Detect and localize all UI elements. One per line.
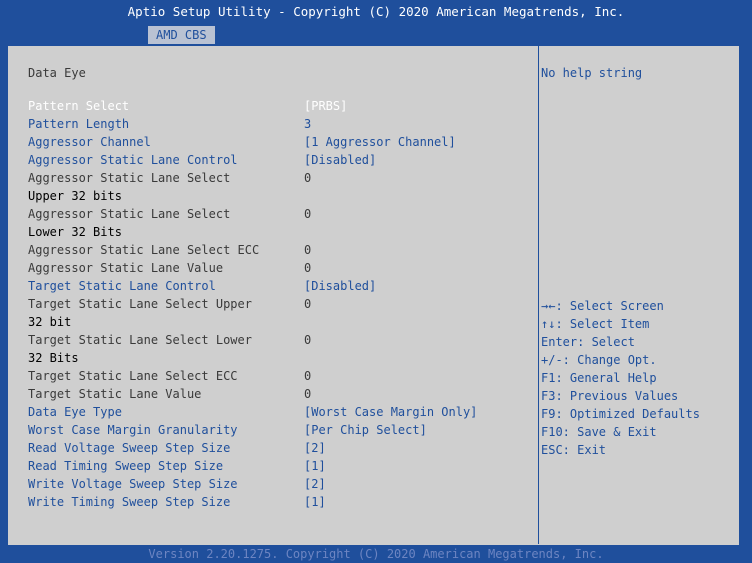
setting-row: Target Static Lane Value 0 [28, 386, 528, 402]
setting-label: Pattern Select [28, 99, 130, 113]
setting-label: Read Timing Sweep Step Size [28, 459, 224, 473]
app-title: Aptio Setup Utility - Copyright (C) 2020… [127, 4, 625, 19]
setting-label: Target Static Lane Value [28, 387, 202, 401]
setting-value[interactable]: [PRBS] [304, 98, 347, 114]
setting-row: Aggressor Static Lane Select Upper 32 bit… [28, 170, 528, 203]
panel-divider [538, 45, 539, 544]
setting-label: Target Static Lane Select ECC [28, 369, 238, 383]
setting-row[interactable]: Pattern Select [PRBS] [28, 98, 528, 114]
setting-label-continued: 32 bit [28, 315, 72, 329]
setting-label-continued: 32 Bits [28, 351, 79, 365]
key-hint: ↑↓: Select Item [541, 317, 650, 331]
setting-row: Target Static Lane Select ECC 0 [28, 368, 528, 384]
setting-label: Worst Case Margin Granularity [28, 423, 238, 437]
setting-label-continued: Upper 32 bits [28, 189, 122, 203]
setting-value[interactable]: [1 Aggressor Channel] [304, 134, 456, 150]
setting-value: 0 [304, 261, 312, 275]
setting-value: 0 [304, 171, 312, 185]
key-hint: F1: General Help [541, 371, 657, 385]
setting-value: 0 [304, 387, 312, 401]
setting-label: Read Voltage Sweep Step Size [28, 441, 231, 455]
setting-value[interactable]: [Disabled] [304, 152, 376, 168]
setting-label: Target Static Lane Select Lower [28, 333, 252, 347]
setting-value[interactable]: [Worst Case Margin Only] [304, 404, 477, 420]
setting-row: Target Static Lane Select Upper 32 bit 0 [28, 296, 528, 329]
setting-value[interactable]: [Per Chip Select] [304, 422, 427, 438]
setting-label: Write Voltage Sweep Step Size [28, 477, 238, 491]
version-footer: Version 2.20.1275. Copyright (C) 2020 Am… [0, 546, 752, 563]
setting-row[interactable]: Aggressor Static Lane Control [Disabled] [28, 152, 528, 168]
setting-label: Aggressor Static Lane Select [28, 171, 231, 185]
setting-value: 0 [304, 333, 312, 347]
help-text: No help string [541, 66, 643, 80]
setting-value: 0 [304, 297, 312, 311]
setting-row[interactable]: Data Eye Type [Worst Case Margin Only] [28, 404, 528, 420]
key-hint: →←: Select Screen [541, 299, 664, 313]
setting-row[interactable]: Worst Case Margin Granularity [Per Chip S… [28, 422, 528, 438]
title-bar: Aptio Setup Utility - Copyright (C) 2020… [0, 0, 752, 44]
setting-label: Target Static Lane Select Upper [28, 297, 252, 311]
setting-row[interactable]: Write Voltage Sweep Step Size [2] [28, 476, 528, 492]
setting-label: Target Static Lane Control [28, 279, 216, 293]
setting-label: Data Eye Type [28, 405, 122, 419]
setting-value: 0 [304, 207, 312, 221]
setting-row: Aggressor Static Lane Select Lower 32 Bit… [28, 206, 528, 239]
key-hint: F3: Previous Values [541, 389, 679, 403]
setting-label: Aggressor Channel [28, 135, 151, 149]
setting-value[interactable]: [2] [304, 476, 326, 492]
key-hint: +/-: Change Opt. [541, 353, 657, 367]
key-hint: ESC: Exit [541, 443, 607, 457]
setting-row[interactable]: Read Timing Sweep Step Size [1] [28, 458, 528, 474]
setting-label: Aggressor Static Lane Select ECC [28, 243, 260, 257]
key-hint: F9: Optimized Defaults [541, 407, 700, 421]
setting-value[interactable]: [Disabled] [304, 278, 376, 294]
setting-value: 0 [304, 243, 312, 257]
setting-value: 0 [304, 369, 312, 383]
setting-value[interactable]: [1] [304, 458, 326, 474]
setting-row[interactable]: Aggressor Channel [1 Aggressor Channel] [28, 134, 528, 150]
setting-label: Aggressor Static Lane Select [28, 207, 231, 221]
setting-row[interactable]: Pattern Length 3 [28, 116, 528, 132]
setting-label: Aggressor Static Lane Control [28, 153, 238, 167]
page-title: Data Eye [28, 66, 86, 80]
setting-value[interactable]: [2] [304, 440, 326, 456]
setting-label-continued: Lower 32 Bits [28, 225, 122, 239]
setting-row[interactable]: Target Static Lane Control [Disabled] [28, 278, 528, 294]
key-hint: F10: Save & Exit [541, 425, 657, 439]
setting-row: Aggressor Static Lane Select ECC 0 [28, 242, 528, 258]
setting-value[interactable]: [1] [304, 494, 326, 510]
setting-label: Aggressor Static Lane Value [28, 261, 224, 275]
setting-value[interactable]: 3 [304, 116, 311, 132]
setting-row[interactable]: Write Timing Sweep Step Size [1] [28, 494, 528, 510]
setting-row: Target Static Lane Select Lower 32 Bits 0 [28, 332, 528, 365]
key-hint: Enter: Select [541, 335, 635, 349]
setting-label: Write Timing Sweep Step Size [28, 495, 231, 509]
tab-amd-cbs[interactable]: AMD CBS [148, 26, 215, 44]
setting-label: Pattern Length [28, 117, 130, 131]
key-legend: →←: Select Screen ↑↓: Select Item Enter: S… [541, 297, 700, 459]
setting-row[interactable]: Read Voltage Sweep Step Size [2] [28, 440, 528, 456]
setting-row: Aggressor Static Lane Value 0 [28, 260, 528, 276]
